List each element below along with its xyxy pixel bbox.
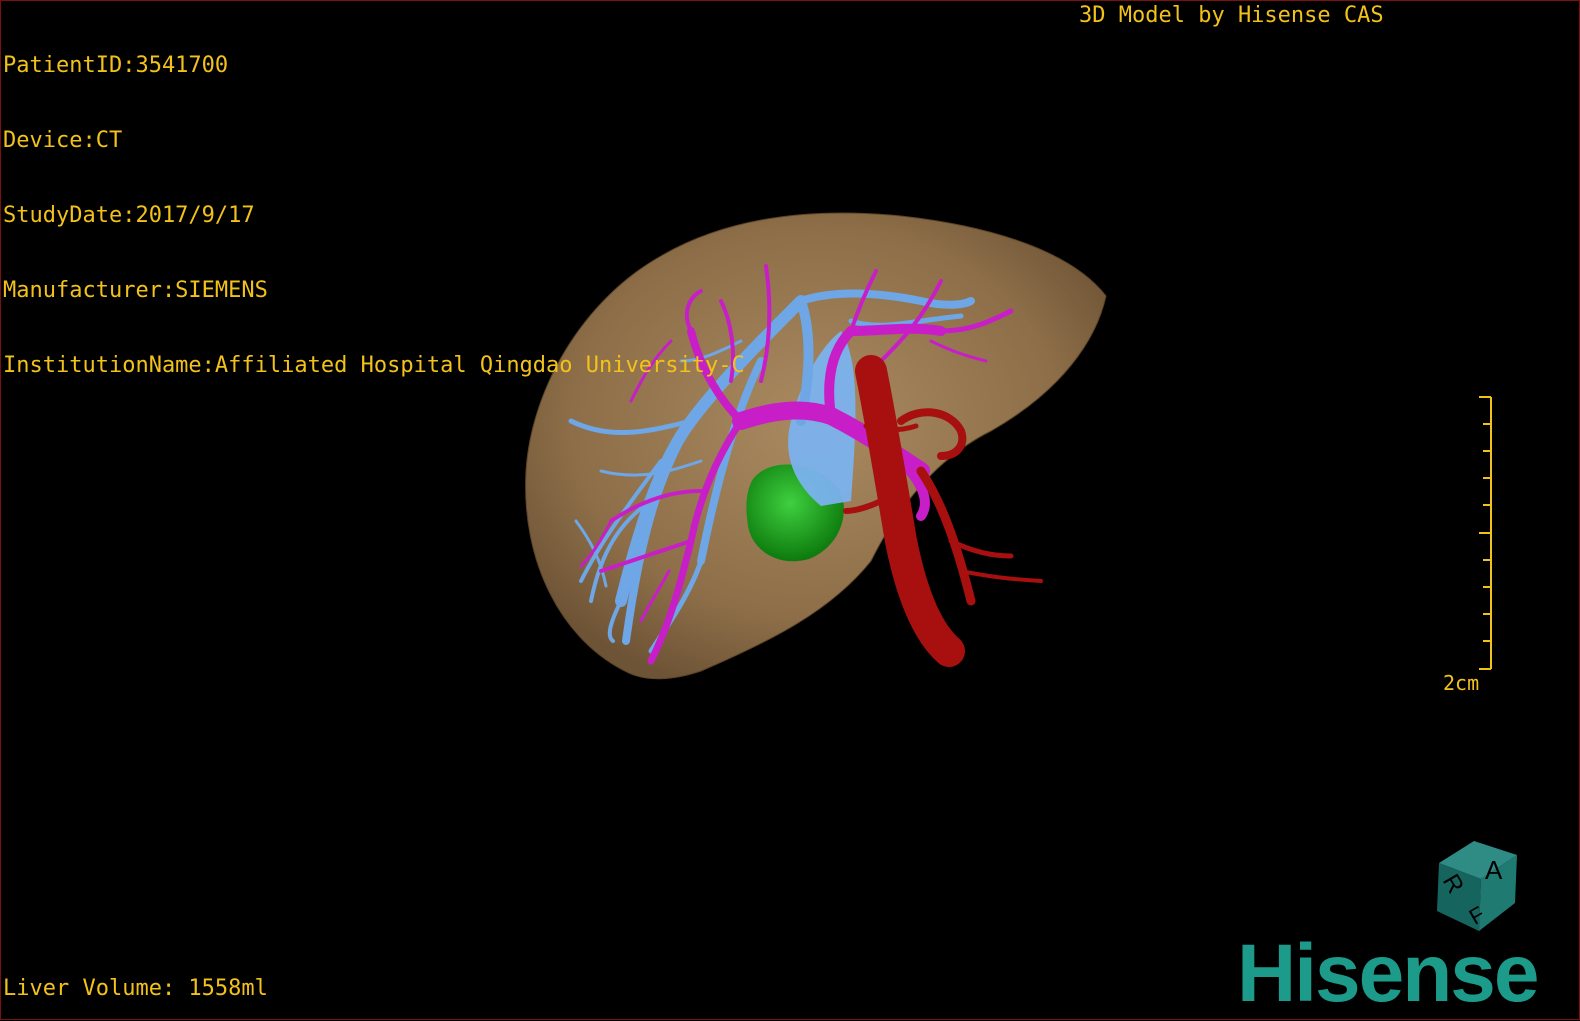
study-info-overlay: PatientID:3541700 Device:CT StudyDate:20… <box>3 3 745 428</box>
manufacturer-text: Manufacturer:SIEMENS <box>3 278 268 303</box>
scale-bar <box>1479 396 1492 670</box>
liver-volume-text: Liver Volume: 1558ml <box>3 976 268 1001</box>
cube-face-a: A <box>1485 855 1503 885</box>
3d-viewport[interactable]: PatientID:3541700 Device:CT StudyDate:20… <box>0 0 1580 1020</box>
device-text: Device:CT <box>3 128 123 153</box>
patient-id-text: PatientID:3541700 <box>3 53 229 78</box>
study-date-text: StudyDate:2017/9/17 <box>3 203 255 228</box>
model-credit-text: 3D Model by Hisense CAS <box>1079 3 1384 28</box>
scale-bar-label: 2cm <box>1443 671 1480 695</box>
hisense-logo: Hisense <box>1237 928 1540 1019</box>
orientation-cube-icon[interactable]: A R F <box>1419 833 1524 938</box>
institution-text: InstitutionName:Affiliated Hospital Qing… <box>3 353 745 378</box>
